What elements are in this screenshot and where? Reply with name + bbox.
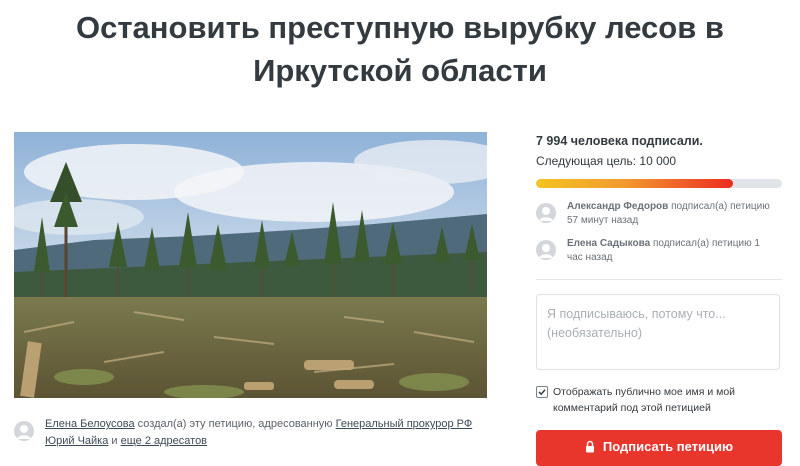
sign-panel: 7 994 человека подписали. Следующая цель… xyxy=(536,132,782,416)
creator-line: Елена Белоусова создал(а) эту петицию, а… xyxy=(14,416,494,450)
recent-signer: Александр Федоров подписал(а) петицию 57… xyxy=(536,200,782,228)
checkmark-icon xyxy=(538,389,546,396)
page-title: Остановить преступную вырубку лесов в Ир… xyxy=(76,10,724,88)
sign-petition-button[interactable]: Подписать петицию xyxy=(536,430,782,466)
lock-icon xyxy=(585,440,595,456)
signer-avatar-icon xyxy=(536,240,556,260)
signer-name: Александр Федоров xyxy=(567,201,669,212)
signer-time: 57 минут назад xyxy=(567,215,639,226)
divider xyxy=(536,279,782,280)
signature-count: 7 994 человека подписали. xyxy=(536,134,703,148)
sign-button-label: Подписать петицию xyxy=(602,439,734,454)
comment-textarea[interactable] xyxy=(537,295,779,369)
other-targets-link[interactable]: еще 2 адресатов xyxy=(121,435,207,447)
signer-avatar-icon xyxy=(536,203,556,223)
recent-signer: Елена Садыкова подписал(а) петицию 1 час… xyxy=(536,237,782,265)
signer-action: подписал(а) петицию 1 xyxy=(650,238,760,249)
creator-and-text: и xyxy=(108,435,121,447)
public-name-option[interactable]: Отображать публично мое имя и мой коммен… xyxy=(536,384,782,416)
comment-box xyxy=(536,294,780,370)
petition-photo xyxy=(14,132,487,398)
next-goal: Следующая цель: 10 000 xyxy=(536,154,677,168)
public-checkbox-label: Отображать публично мое имя и мой коммен… xyxy=(553,386,736,414)
signer-action: подписал(а) петицию xyxy=(668,201,770,212)
signer-name: Елена Садыкова xyxy=(567,238,651,249)
progress-bar xyxy=(536,179,782,188)
signer-time: час назад xyxy=(567,252,613,263)
creator-text: создал(а) эту петицию, адресованную xyxy=(134,418,336,430)
creator-avatar-icon xyxy=(14,421,34,441)
progress-fill xyxy=(536,179,733,188)
creator-name-link[interactable]: Елена Белоусова xyxy=(45,418,135,430)
public-checkbox[interactable] xyxy=(536,386,548,398)
